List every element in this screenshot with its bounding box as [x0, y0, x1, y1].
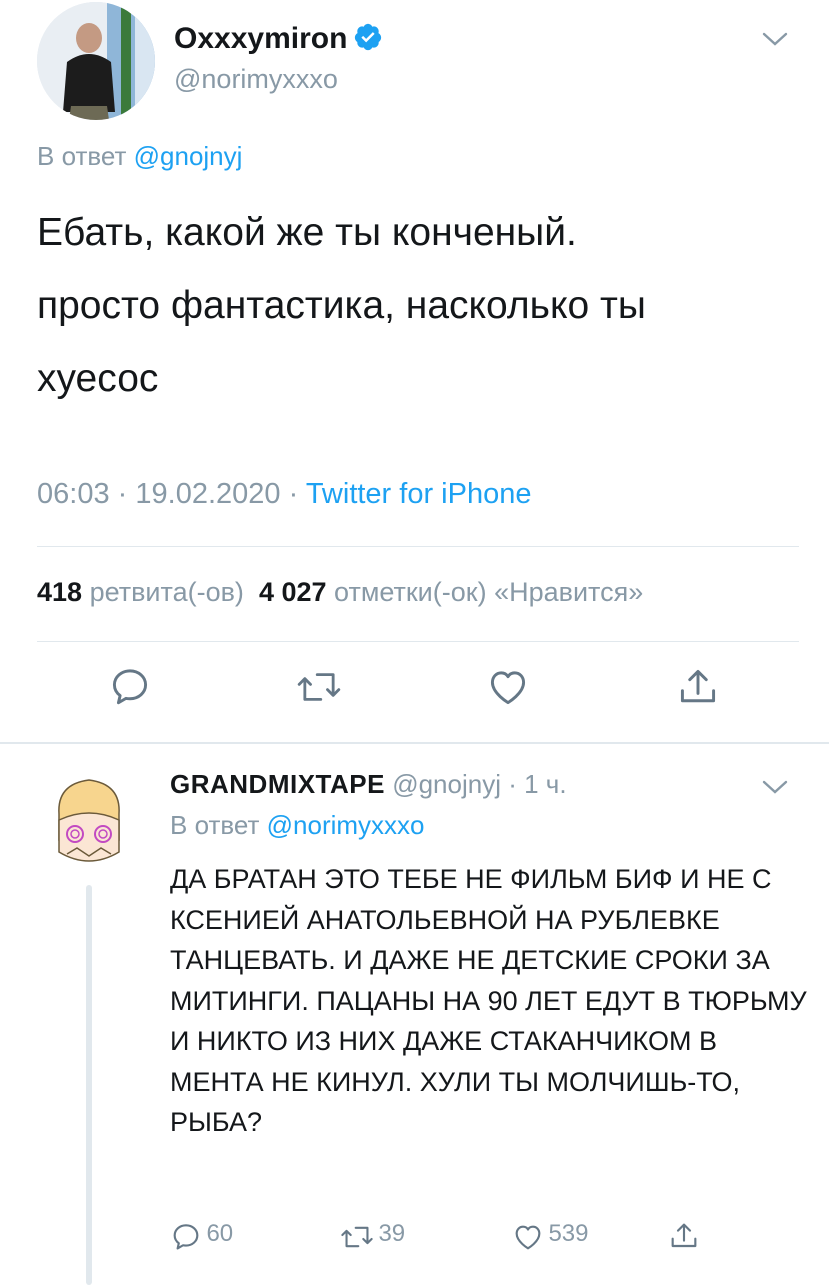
like-count: 4 027: [258, 577, 327, 607]
meta-separator: ·: [501, 769, 525, 799]
reply-author-handle[interactable]: @gnojnyj: [392, 769, 501, 799]
like-icon: [515, 1225, 541, 1250]
retweet-count: 418: [37, 577, 83, 607]
meta-separator: ·: [117, 478, 128, 510]
reply-header: GRANDMIXTAPE @gnojnyj · 1 ч.: [170, 769, 567, 800]
divider: [37, 546, 799, 547]
retweet-button[interactable]: [296, 665, 342, 714]
reply-age[interactable]: 1 ч.: [524, 769, 566, 799]
retweet-stat[interactable]: 418 ретвита(-ов): [37, 577, 244, 607]
share-button[interactable]: [676, 665, 720, 714]
verified-badge-icon: [353, 22, 383, 60]
retweet-icon: [297, 673, 341, 701]
like-button[interactable]: [486, 665, 530, 714]
cartoon-avatar: [37, 770, 141, 874]
reply-author-avatar[interactable]: [37, 770, 141, 874]
divider: [37, 641, 799, 642]
share-icon: [671, 1223, 697, 1248]
reply-context: В ответ @gnojnyj: [37, 141, 242, 172]
retweet-icon: [341, 1226, 373, 1247]
meta-separator: ·: [288, 478, 299, 510]
author-handle[interactable]: @norimyxxxo: [174, 64, 338, 95]
reply-share-button[interactable]: [668, 1220, 700, 1252]
tweet-source[interactable]: Twitter for iPhone: [306, 478, 532, 510]
reply-retweet-button[interactable]: 39: [340, 1220, 405, 1253]
reply-text: ДА БРАТАН ЭТО ТЕБЕ НЕ ФИЛЬМ БИФ И НЕ С К…: [170, 864, 807, 1137]
like-icon: [490, 671, 526, 705]
retweet-label: ретвита(-ов): [89, 577, 244, 607]
like-count: 539: [548, 1220, 589, 1247]
reply-to-link[interactable]: @norimyxxxo: [267, 810, 425, 840]
reply-icon: [173, 1223, 199, 1250]
share-icon: [680, 669, 716, 703]
thread-line: [86, 885, 92, 1285]
tweet-stats: 418 ретвита(-ов) 4 027 отметки(-ок) «Нра…: [37, 577, 643, 608]
like-stat[interactable]: 4 027 отметки(-ок) «Нравится»: [259, 577, 643, 607]
reply-count: 60: [206, 1220, 234, 1247]
like-label: отметки(-ок) «Нравится»: [334, 577, 644, 607]
reply-reply-button[interactable]: 60: [170, 1220, 233, 1253]
chevron-down-icon[interactable]: [760, 778, 790, 803]
tweet-time[interactable]: 06:03: [37, 478, 110, 510]
tweet-text: Ебать, какой же ты конченый. просто фант…: [37, 211, 646, 400]
reply-like-button[interactable]: 539: [512, 1220, 589, 1253]
reply-to-link[interactable]: @gnojnyj: [134, 141, 243, 171]
retweet-count: 39: [378, 1220, 406, 1247]
section-divider: [0, 742, 829, 744]
avatar-photo: [37, 2, 155, 120]
reply-prefix: В ответ: [37, 141, 127, 171]
reply-context: В ответ @norimyxxxo: [170, 810, 425, 841]
tweet-meta: 06:03 · 19.02.2020 · Twitter for iPhone: [37, 478, 531, 511]
reply-author-name[interactable]: GRANDMIXTAPE: [170, 769, 385, 799]
author-name[interactable]: Oxxxymiron: [174, 22, 383, 60]
tweet-date[interactable]: 19.02.2020: [135, 478, 280, 510]
author-avatar[interactable]: [37, 2, 155, 120]
chevron-down-icon[interactable]: [760, 30, 790, 55]
reply-icon: [112, 669, 148, 705]
reply-button[interactable]: [108, 665, 152, 714]
author-name-text[interactable]: Oxxxymiron: [174, 22, 347, 55]
reply-prefix: В ответ: [170, 810, 260, 840]
